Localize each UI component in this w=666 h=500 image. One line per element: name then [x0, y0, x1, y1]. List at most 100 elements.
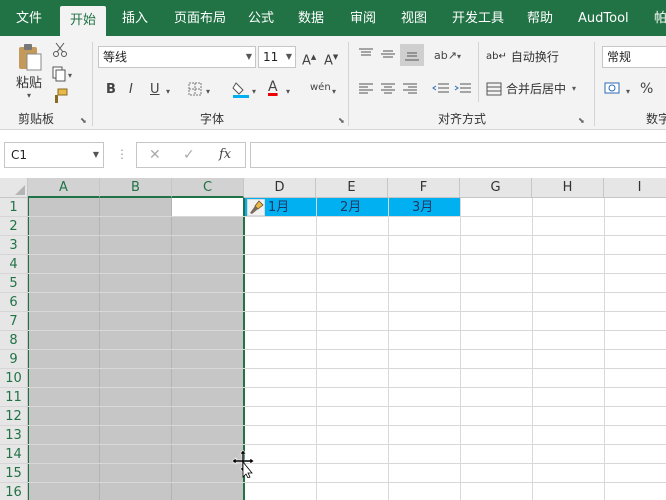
row-header-11[interactable]: 11	[0, 388, 28, 407]
column-header-i[interactable]: I	[604, 178, 666, 198]
tab-audtool[interactable]: AudTool	[578, 0, 629, 36]
cut-icon[interactable]	[52, 42, 68, 58]
chevron-down-icon: ▼	[245, 52, 252, 61]
tab-overflow[interactable]: 帕	[654, 0, 666, 36]
fill-color-dropdown-icon[interactable]: ▾	[252, 84, 256, 100]
tab-data[interactable]: 数据	[298, 0, 324, 36]
orientation-icon[interactable]: ab↗▾	[434, 48, 461, 65]
align-bottom-icon	[405, 52, 419, 61]
tab-view[interactable]: 视图	[401, 0, 427, 36]
column-header-f[interactable]: F	[388, 178, 460, 198]
row-header-2[interactable]: 2	[0, 217, 28, 236]
cell-e1[interactable]: 2月	[340, 198, 361, 217]
align-center-icon[interactable]	[380, 82, 396, 96]
borders-dropdown-icon[interactable]: ▾	[206, 84, 210, 100]
row-header-16[interactable]: 16	[0, 483, 28, 500]
column-header-c[interactable]: C	[172, 178, 244, 198]
font-launcher-icon[interactable]: ⬊	[338, 116, 345, 125]
merge-center-button[interactable]: 合并后居中 ▾	[486, 80, 576, 97]
tab-developer[interactable]: 开发工具	[452, 0, 504, 36]
fill-color-icon[interactable]	[232, 80, 250, 98]
select-all-corner[interactable]	[0, 178, 28, 198]
percent-button[interactable]: %	[640, 81, 653, 97]
row-header-5[interactable]: 5	[0, 274, 28, 293]
gridline	[28, 425, 666, 426]
name-box[interactable]: C1 ▼	[4, 142, 104, 168]
accounting-dropdown-icon[interactable]: ▾	[626, 84, 630, 100]
gridline	[28, 463, 666, 464]
clipboard-group-label: 剪贴板	[18, 112, 55, 126]
number-format-combo[interactable]: 常规	[602, 46, 666, 68]
column-header-d[interactable]: D	[244, 178, 316, 198]
row-header-10[interactable]: 10	[0, 369, 28, 388]
phonetic-guide-icon[interactable]: wén	[310, 80, 331, 96]
clipboard-launcher-icon[interactable]: ⬊	[80, 116, 87, 125]
row-header-9[interactable]: 9	[0, 350, 28, 369]
row-header-6[interactable]: 6	[0, 293, 28, 312]
wrap-text-label: 自动换行	[510, 50, 559, 64]
font-size-value: 11	[263, 50, 279, 64]
row-header-1[interactable]: 1	[0, 198, 28, 217]
cell-f1[interactable]: 3月	[412, 198, 433, 217]
accounting-format-icon[interactable]	[604, 80, 622, 96]
gridline	[28, 368, 666, 369]
row-header-7[interactable]: 7	[0, 312, 28, 331]
format-painter-icon[interactable]	[52, 88, 68, 104]
decrease-font-icon[interactable]: A▼	[324, 49, 338, 69]
tab-review[interactable]: 审阅	[350, 0, 376, 36]
font-color-dropdown-icon[interactable]: ▾	[286, 84, 290, 100]
copy-icon[interactable]: ▾	[52, 66, 76, 82]
row-header-8[interactable]: 8	[0, 331, 28, 350]
formula-input[interactable]	[250, 142, 666, 168]
column-header-b[interactable]: B	[100, 178, 172, 198]
align-right-icon[interactable]	[402, 82, 418, 96]
decrease-indent-icon[interactable]	[432, 82, 450, 96]
font-color-icon[interactable]: A	[268, 79, 278, 95]
underline-button[interactable]: U	[150, 82, 160, 98]
align-top-icon[interactable]	[358, 48, 374, 60]
formula-bar: C1 ▼ ⋮ ✕ ✓ fx	[0, 130, 666, 178]
column-header-g[interactable]: G	[460, 178, 532, 198]
tab-formulas[interactable]: 公式	[248, 0, 274, 36]
paste-button[interactable]: 粘贴 ▾	[12, 42, 46, 108]
merge-center-icon	[486, 82, 502, 95]
enter-check-icon[interactable]: ✓	[183, 147, 195, 163]
increase-font-icon[interactable]: A▲	[302, 49, 316, 69]
align-middle-icon[interactable]	[380, 48, 396, 60]
font-size-combo[interactable]: 11 ▼	[258, 46, 296, 68]
underline-dropdown-icon[interactable]: ▾	[166, 84, 170, 100]
active-cell-c1[interactable]	[172, 198, 244, 217]
font-name-combo[interactable]: 等线 ▼	[98, 46, 256, 68]
tab-help[interactable]: 帮助	[527, 0, 553, 36]
tab-insert[interactable]: 插入	[122, 0, 148, 36]
insert-function-icon[interactable]: fx	[219, 147, 231, 163]
increase-indent-icon[interactable]	[454, 82, 472, 96]
row-header-3[interactable]: 3	[0, 236, 28, 255]
row-header-14[interactable]: 14	[0, 445, 28, 464]
align-bottom-button[interactable]	[400, 44, 424, 66]
column-header-h[interactable]: H	[532, 178, 604, 198]
gridline	[28, 444, 666, 445]
gridline	[28, 235, 666, 236]
gridline	[28, 482, 666, 483]
column-header-e[interactable]: E	[316, 178, 388, 198]
cell-d1[interactable]: 1月	[268, 198, 289, 217]
row-header-13[interactable]: 13	[0, 426, 28, 445]
tab-file[interactable]: 文件	[16, 0, 42, 36]
alignment-launcher-icon[interactable]: ⬊	[578, 116, 585, 125]
column-header-a[interactable]: A	[28, 178, 100, 198]
row-header-4[interactable]: 4	[0, 255, 28, 274]
bold-button[interactable]: B	[106, 82, 116, 98]
wrap-text-button[interactable]: ab↵ 自动换行	[486, 48, 559, 65]
row-header-15[interactable]: 15	[0, 464, 28, 483]
worksheet-grid[interactable]: A B C D E F G H I 1 2 3 4 5 6 7 8 9 10 11 12 13 14 15 1…	[0, 178, 666, 500]
tab-page-layout[interactable]: 页面布局	[174, 0, 226, 36]
align-left-icon[interactable]	[358, 82, 374, 96]
phonetic-dropdown-icon[interactable]: ▾	[332, 84, 336, 100]
italic-button[interactable]: I	[129, 82, 133, 98]
cancel-icon[interactable]: ✕	[149, 147, 161, 163]
row-header-12[interactable]: 12	[0, 407, 28, 426]
paint-brush-icon[interactable]	[247, 199, 265, 216]
borders-icon[interactable]	[188, 82, 202, 96]
tab-home[interactable]: 开始	[60, 6, 107, 36]
